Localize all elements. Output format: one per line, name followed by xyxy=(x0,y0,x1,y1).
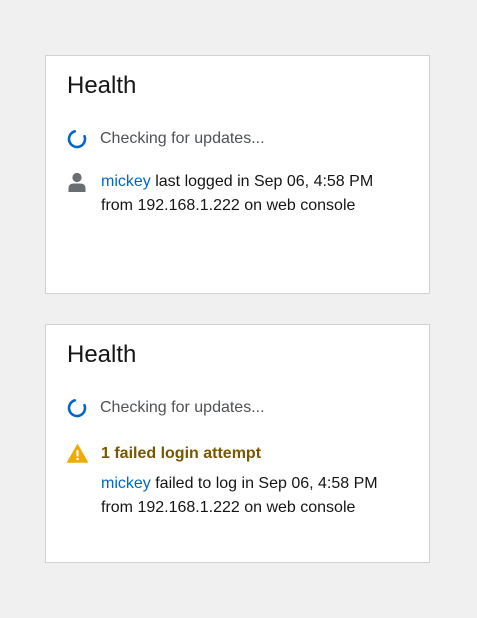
update-status: Checking for updates... xyxy=(67,397,265,419)
health-card: Health Checking for updates... 1 failed … xyxy=(45,324,430,563)
login-source: from 192.168.1.222 on web console xyxy=(101,197,356,214)
login-text: last logged in Sep 06, 4:58 PM xyxy=(150,173,374,190)
failed-login-alert: 1 failed login attempt mickey failed to … xyxy=(67,443,417,520)
failed-login-text: failed to log in Sep 06, 4:58 PM xyxy=(150,475,378,492)
update-status: Checking for updates... xyxy=(67,128,265,150)
health-card: Health Checking for updates... mickey la… xyxy=(45,55,430,294)
warning-triangle-icon xyxy=(67,444,88,463)
login-source: from 192.168.1.222 on web console xyxy=(101,499,356,516)
failed-login-detail: mickey failed to log in Sep 06, 4:58 PM xyxy=(67,472,417,496)
user-link[interactable]: mickey xyxy=(101,475,151,492)
warning-title: 1 failed login attempt xyxy=(101,445,262,462)
user-link[interactable]: mickey xyxy=(101,173,151,190)
spinner-icon xyxy=(67,398,87,418)
status-text: Checking for updates... xyxy=(100,130,265,147)
card-title: Health xyxy=(67,72,137,99)
user-icon xyxy=(68,172,86,192)
card-title: Health xyxy=(67,341,137,368)
status-text: Checking for updates... xyxy=(100,399,265,416)
last-login-info: mickey last logged in Sep 06, 4:58 PM fr… xyxy=(67,170,417,218)
spinner-icon xyxy=(67,129,87,149)
